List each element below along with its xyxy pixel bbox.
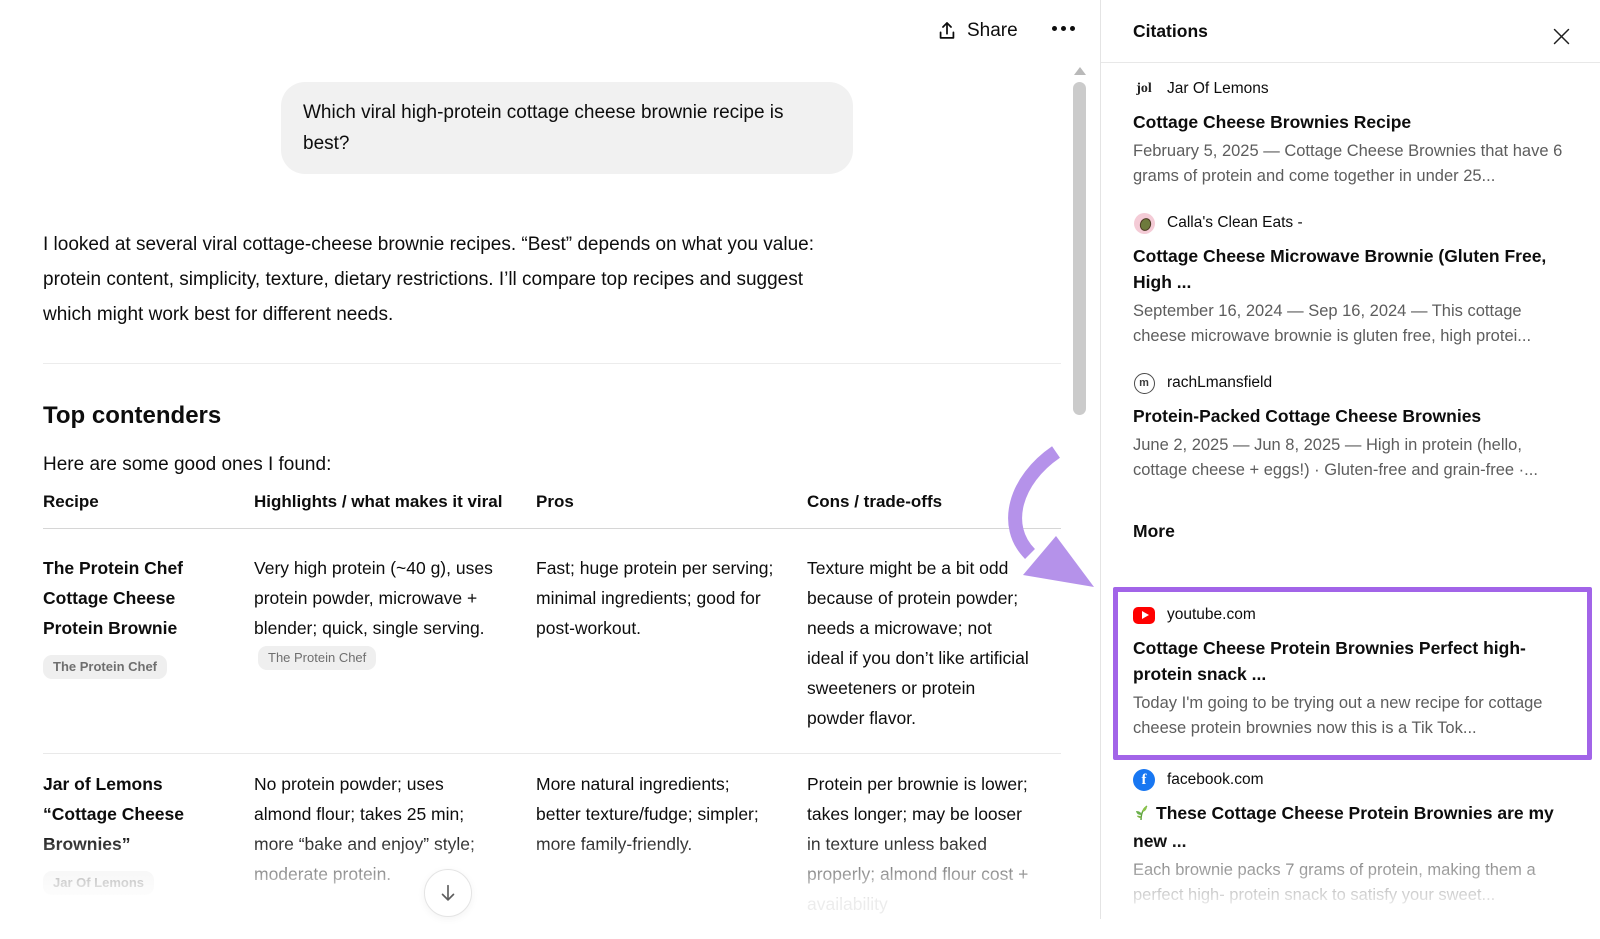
citations-panel-title: Citations xyxy=(1133,21,1208,42)
comparison-table: Recipe Highlights / what makes it viral … xyxy=(43,490,1061,939)
highlighted-citation-youtube[interactable]: youtube.com Cottage Cheese Protein Brown… xyxy=(1113,587,1592,760)
scroll-to-bottom-button[interactable] xyxy=(424,869,472,917)
user-message-bubble: Which viral high-protein cottage cheese … xyxy=(281,82,853,174)
cons-text: Texture might be a bit odd because of pr… xyxy=(807,529,1061,754)
citation-item[interactable]: Calla's Clean Eats - Cottage Cheese Micr… xyxy=(1113,212,1592,349)
citation-title: Cottage Cheese Microwave Brownie (Gluten… xyxy=(1133,243,1569,295)
table-row: Jar of Lemons “Cottage Cheese Brownies” … xyxy=(43,754,1061,939)
source-chip[interactable]: The Protein Chef xyxy=(258,646,376,670)
panel-divider xyxy=(1100,0,1101,919)
section-heading: Top contenders xyxy=(43,402,1061,430)
ellipsis-icon xyxy=(1052,26,1057,31)
citation-title: Protein-Packed Cottage Cheese Brownies xyxy=(1133,403,1569,429)
recipe-name: The Protein Chef Cottage Cheese Protein … xyxy=(43,558,183,638)
citation-snippet: June 2, 2025 — Jun 8, 2025 — High in pro… xyxy=(1133,433,1571,483)
col-header-pros: Pros xyxy=(536,490,807,529)
facebook-favicon: f xyxy=(1133,769,1155,791)
citation-site: rachLmansfield xyxy=(1167,374,1272,392)
citation-title: Cottage Cheese Protein Brownies Perfect … xyxy=(1133,635,1561,687)
more-options-button[interactable] xyxy=(1046,20,1081,37)
citation-snippet: September 16, 2024 — Sep 16, 2024 — This… xyxy=(1133,299,1571,349)
citation-title: Cottage Cheese Brownies Recipe xyxy=(1133,109,1569,135)
citation-site: youtube.com xyxy=(1167,606,1256,624)
citation-item[interactable]: jol Jar Of Lemons Cottage Cheese Brownie… xyxy=(1113,78,1592,189)
highlights-text: Very high protein (~40 g), uses protein … xyxy=(254,558,493,638)
pros-text: Fast; huge protein per serving; minimal … xyxy=(536,529,807,754)
assistant-intro-paragraph: I looked at several viral cottage-cheese… xyxy=(43,227,853,332)
close-panel-button[interactable] xyxy=(1543,18,1579,54)
citation-snippet: Today I'm going to be trying out a new r… xyxy=(1133,691,1561,741)
citation-item[interactable]: m rachLmansfield Protein-Packed Cottage … xyxy=(1113,372,1592,483)
citation-snippet: February 5, 2025 — Cottage Cheese Browni… xyxy=(1133,139,1571,189)
col-header-highlights: Highlights / what makes it viral xyxy=(254,490,536,529)
scrollbar-up-arrow[interactable] xyxy=(1074,67,1086,75)
pros-text: More natural ingredients; better texture… xyxy=(536,754,807,939)
col-header-cons: Cons / trade-offs xyxy=(807,490,1061,529)
citation-title: These Cottage Cheese Protein Brownies ar… xyxy=(1133,800,1569,854)
close-icon xyxy=(1553,28,1570,45)
rachlmansfield-favicon: m xyxy=(1133,372,1155,394)
source-chip[interactable]: Jar Of Lemons xyxy=(43,871,154,895)
section-divider xyxy=(43,363,1061,364)
jar-of-lemons-favicon: jol xyxy=(1133,78,1155,100)
scrollbar-thumb[interactable] xyxy=(1073,82,1086,415)
citation-site: Jar Of Lemons xyxy=(1167,80,1269,98)
conversation-column: Which viral high-protein cottage cheese … xyxy=(43,82,1061,939)
source-chip[interactable]: The Protein Chef xyxy=(43,655,167,679)
citation-site: facebook.com xyxy=(1167,771,1264,789)
citations-list: jol Jar Of Lemons Cottage Cheese Brownie… xyxy=(1113,78,1592,908)
share-label: Share xyxy=(967,20,1018,42)
col-header-recipe: Recipe xyxy=(43,490,254,529)
herb-leaf-icon xyxy=(1133,802,1150,828)
share-button[interactable]: Share xyxy=(930,16,1024,46)
citation-snippet: Each brownie packs 7 grams of protein, m… xyxy=(1133,858,1571,908)
arrow-down-icon xyxy=(437,882,459,904)
table-row: The Protein Chef Cottage Cheese Protein … xyxy=(43,529,1061,754)
table-header-row: Recipe Highlights / what makes it viral … xyxy=(43,490,1061,529)
youtube-favicon xyxy=(1133,604,1155,626)
highlights-text: No protein powder; uses almond flour; ta… xyxy=(254,754,536,939)
section-intro: Here are some good ones I found: xyxy=(43,454,1061,476)
citation-site: Calla's Clean Eats - xyxy=(1167,214,1303,232)
recipe-name: Jar of Lemons “Cottage Cheese Brownies” xyxy=(43,774,184,854)
citation-item-facebook[interactable]: f facebook.com These Cottage Cheese Prot… xyxy=(1113,769,1592,908)
callas-clean-eats-favicon xyxy=(1133,212,1155,234)
more-section-label: More xyxy=(1113,521,1592,542)
share-icon xyxy=(936,20,958,42)
cons-text: Protein per brownie is lower; takes long… xyxy=(807,754,1061,939)
panel-header-divider xyxy=(1101,62,1600,63)
